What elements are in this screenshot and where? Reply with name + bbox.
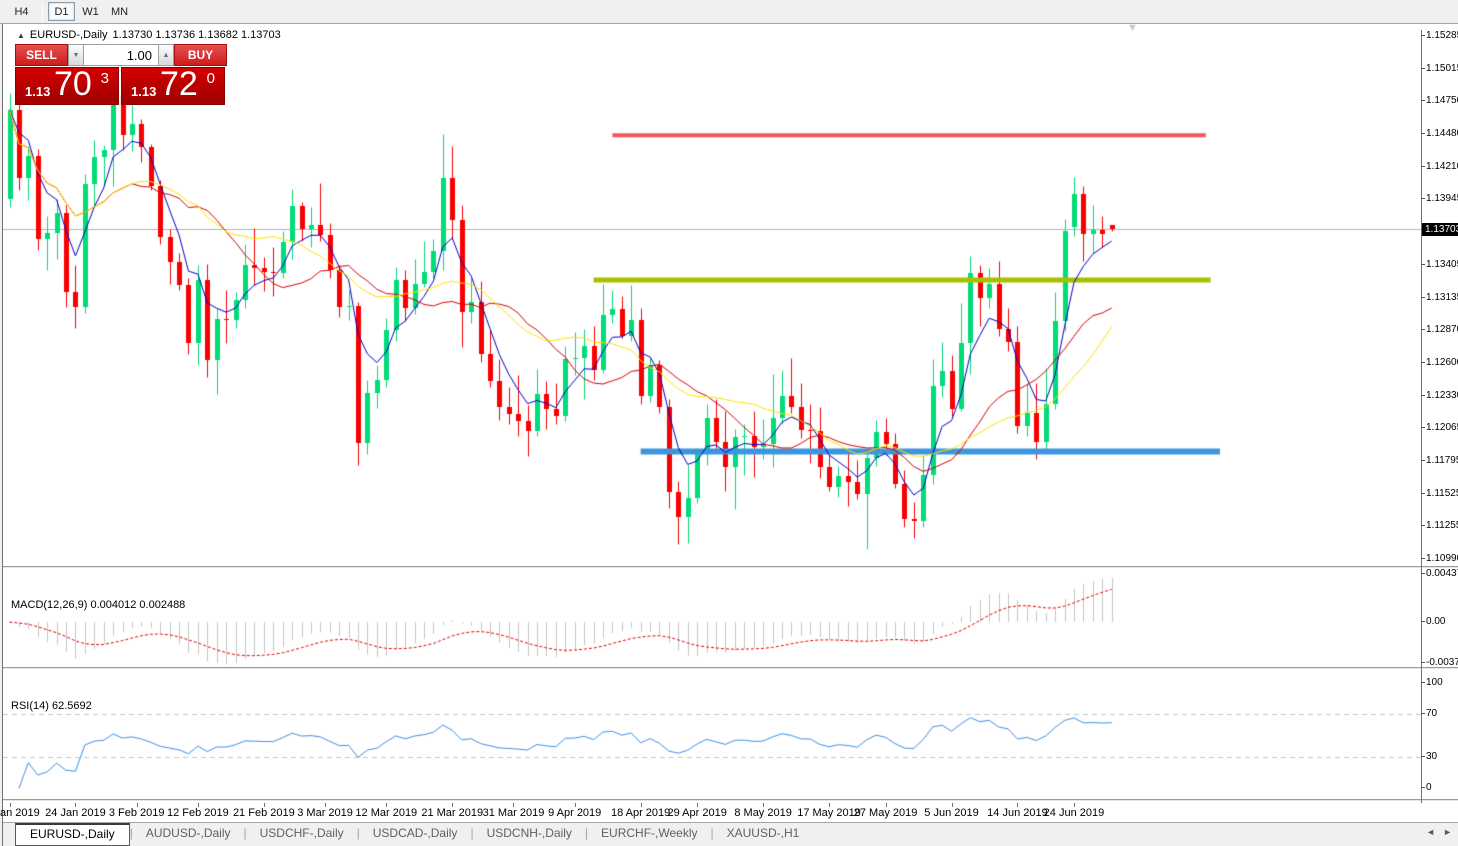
price-axis-label: 1.13945 [1421,193,1458,205]
pane-separator[interactable] [3,667,1458,670]
date-axis-label: 3 Feb 2019 [108,807,165,819]
price-axis-label: 1.12330 [1421,390,1458,402]
timeframe-button-w1[interactable]: W1 [77,2,104,21]
date-axis-label: 15 Jan 2019 [0,807,40,819]
pane-separator[interactable] [3,566,1458,569]
scroll-to-end-icon[interactable]: ▼ [1127,22,1138,34]
date-axis-label: 29 Apr 2019 [667,807,727,819]
date-axis-label: 24 Jan 2019 [45,807,106,819]
rsi-indicator-pane[interactable] [3,672,1421,799]
tab-scroll-right-icon[interactable]: ► [1443,827,1452,837]
tab-eurchf-weekly[interactable]: EURCHF-,Weekly [588,823,710,843]
pane-separator[interactable] [3,799,1458,802]
chart-tab-bar: EURUSD-,Daily | AUDUSD-,Daily | USDCHF-,Dail… [3,822,1458,846]
rsi-axis-label: 70 [1421,708,1437,720]
macd-axis-label: 0.004375 [1421,568,1458,580]
tab-xauusd-h1[interactable]: XAUUSD-,H1 [714,823,813,843]
date-axis-label: 21 Mar 2019 [421,807,484,819]
volume-decrease-button[interactable]: ▼ [68,44,84,66]
tab-scroll-left-icon[interactable]: ◄ [1426,827,1435,837]
price-axis-label: 1.11795 [1421,455,1458,467]
date-axis-label: 27 May 2019 [853,807,918,819]
timeframe-button-mn[interactable]: MN [106,2,133,21]
rsi-pane-label: RSI(14) 62.5692 [11,700,92,712]
sell-quote-button[interactable]: 1.13 70 3 [15,65,119,105]
buy-button[interactable]: BUY [174,44,227,66]
price-axis-label: 1.12870 [1421,324,1458,336]
one-click-panel-collapse-icon[interactable]: ▲ [17,31,25,40]
date-axis-label: 12 Mar 2019 [355,807,418,819]
volume-increase-button[interactable]: ▲ [158,44,174,66]
tab-eurusd-daily[interactable]: EURUSD-,Daily [15,823,130,846]
tab-usdcad-daily[interactable]: USDCAD-,Daily [360,823,471,843]
ohlc-values: 1.13730 1.13736 1.13682 1.13703 [112,29,281,41]
date-axis-label: 21 Feb 2019 [232,807,295,819]
date-axis: 15 Jan 2019 24 Jan 20193 Feb 201912 Feb 2… [0,803,1421,822]
rsi-axis-label: 0 [1421,782,1432,794]
date-axis-label: 5 Jun 2019 [924,807,979,819]
volume-input[interactable] [84,44,158,66]
symbol-timeframe-label: EURUSD-,Daily [29,29,108,41]
date-axis-label: 14 Jun 2019 [987,807,1048,819]
tab-usdcnh-daily[interactable]: USDCNH-,Daily [474,823,585,843]
price-axis-label: 1.10990 [1421,553,1458,565]
sell-button[interactable]: SELL [15,44,68,66]
date-axis-label: 8 May 2019 [734,807,792,819]
price-axis-label: 1.11525 [1421,488,1458,500]
price-chart-pane[interactable] [3,30,1421,566]
price-axis-label: 1.11255 [1421,520,1458,532]
date-axis-label: 18 Apr 2019 [610,807,671,819]
chart-window: ▲ EURUSD-,Daily 1.13730 1.13736 1.13682 … [0,22,1458,846]
date-axis-label: 12 Feb 2019 [167,807,229,819]
date-axis-label: 31 Mar 2019 [482,807,545,819]
price-axis-label: 1.12600 [1421,357,1458,369]
sell-price-point: 3 [100,70,109,87]
chart-title: ▲ EURUSD-,Daily 1.13730 1.13736 1.13682 … [17,29,281,41]
trading-app-window: H4 D1 W1 MN ▲ EURUSD-,Daily 1.13730 1.13736… [0,0,1458,846]
price-axis-label: 1.15015 [1421,63,1458,75]
price-axis-border [1421,30,1422,803]
sell-price-prefix: 1.13 [25,84,51,99]
tab-usdchf-daily[interactable]: USDCHF-,Daily [247,823,357,843]
buy-price-prefix: 1.13 [131,84,157,99]
price-axis-label: 1.14480 [1421,128,1458,140]
one-click-trade-panel: SELL ▼ ▲ BUY 1.13 70 3 1.13 72 0 [15,44,227,105]
sell-price-pips: 70 [54,65,92,103]
price-axis-label: 1.12065 [1421,422,1458,434]
date-axis-label: 9 Apr 2019 [548,807,602,819]
buy-price-point: 0 [206,70,215,87]
price-axis-label: 1.15285 [1421,30,1458,42]
timeframe-toolbar: H4 D1 W1 MN [0,0,1458,24]
tab-audusd-daily[interactable]: AUDUSD-,Daily [133,823,244,843]
timeframe-button-h4[interactable]: H4 [8,2,35,21]
macd-pane-label: MACD(12,26,9) 0.004012 0.002488 [11,599,186,611]
date-axis-label: 17 May 2019 [797,807,861,819]
timeframe-button-d1[interactable]: D1 [48,2,75,21]
macd-axis-label: -0.003715 [1421,657,1458,669]
rsi-axis-label: 100 [1421,677,1443,689]
price-axis-label: 1.13135 [1421,292,1458,304]
buy-price-pips: 72 [160,65,198,103]
date-axis-label: 24 Jun 2019 [1043,807,1105,819]
rsi-axis-label: 30 [1421,751,1437,763]
buy-quote-button[interactable]: 1.13 72 0 [121,65,225,105]
date-axis-label: 3 Mar 2019 [297,807,353,819]
macd-indicator-pane[interactable] [3,571,1421,667]
price-axis-label: 1.13405 [1421,259,1458,271]
macd-axis-label: 0.00 [1421,616,1445,628]
toolbar-separator [42,3,43,20]
price-axis-label: 1.14210 [1421,161,1458,173]
price-axis-label: 1.14750 [1421,95,1458,107]
current-price-tag: 1.13703 [1422,222,1458,236]
